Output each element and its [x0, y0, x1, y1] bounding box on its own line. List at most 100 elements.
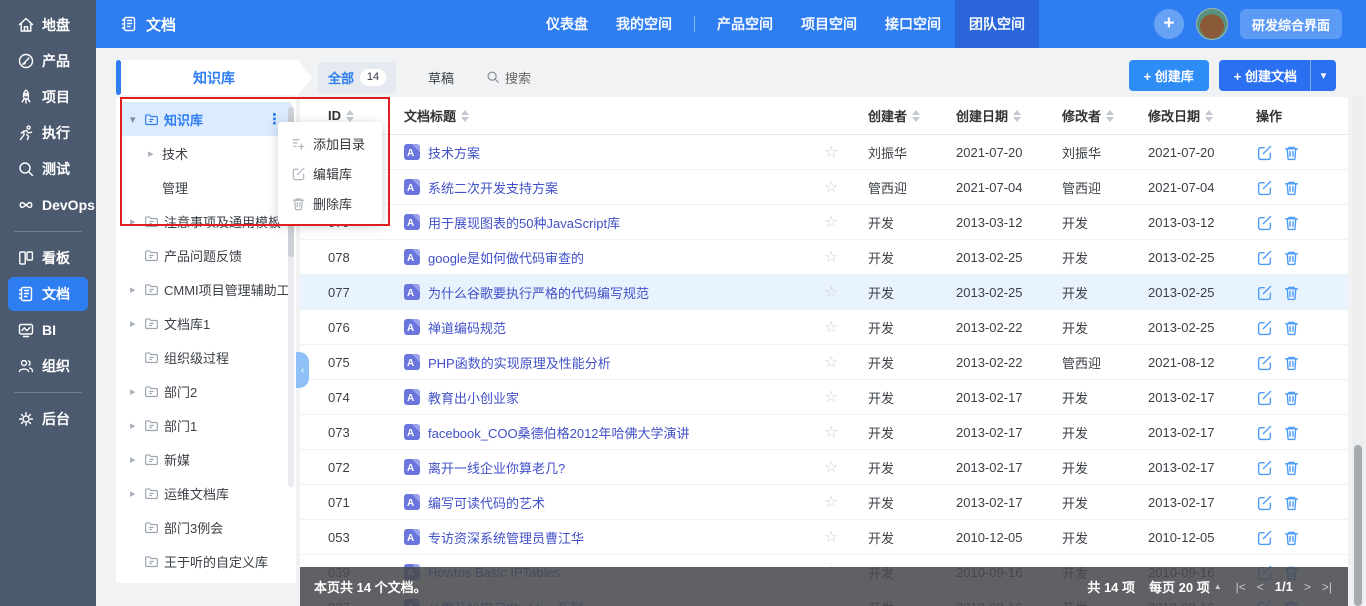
tree-caret-icon[interactable]: ▸ [148, 147, 162, 160]
per-page-selector[interactable]: 每页 20 项 [1149, 577, 1222, 596]
star-icon[interactable] [824, 422, 868, 442]
doc-title-link[interactable]: 离开一线企业你算老几? [428, 458, 565, 477]
sidebar-item[interactable]: DevOps [8, 188, 88, 222]
context-menu-item[interactable]: 删除库 [278, 188, 382, 218]
chevron-down-icon[interactable] [1310, 60, 1336, 91]
filter-tab[interactable]: 全部 14 [318, 62, 396, 93]
edit-icon[interactable] [1256, 354, 1273, 371]
create-doc-button[interactable]: + 创建文档 [1219, 60, 1336, 91]
prev-page-button[interactable]: < [1257, 580, 1264, 594]
doc-table-row[interactable]: 075 A PHP函数的实现原理及性能分析 开发 2013-02-22 管西迎 … [300, 345, 1348, 380]
edit-icon[interactable] [1256, 424, 1273, 441]
sort-icon[interactable] [912, 110, 920, 122]
star-icon[interactable] [824, 282, 868, 302]
page-scrollbar-thumb[interactable] [1354, 445, 1362, 606]
tree-caret-icon[interactable]: ▾ [130, 113, 144, 126]
doc-title-link[interactable]: 教育出小创业家 [428, 388, 519, 407]
top-nav-item[interactable]: 项目空间 [787, 0, 871, 48]
doc-table-row[interactable]: 053 A 专访资深系统管理员曹江华 开发 2010-12-05 开发 2010… [300, 520, 1348, 555]
doc-table-row[interactable]: 073 A facebook_COO桑德伯格2012年哈佛大学演讲 开发 201… [300, 415, 1348, 450]
table-header-cell[interactable]: 修改日期 [1148, 106, 1256, 125]
context-menu-item[interactable]: 编辑库 [278, 158, 382, 188]
create-library-button[interactable]: + 创建库 [1129, 60, 1209, 91]
trash-icon[interactable] [1283, 424, 1300, 441]
doc-table-row[interactable]: 071 A 编写可读代码的艺术 开发 2013-02-17 开发 2013-02… [300, 485, 1348, 520]
star-icon[interactable] [824, 212, 868, 232]
filter-tab[interactable]: 草稿 [418, 62, 464, 93]
table-header-cell[interactable]: 创建日期 [956, 106, 1062, 125]
tree-item[interactable]: ▸ 技术 [120, 136, 292, 170]
sidebar-item[interactable]: BI [8, 313, 88, 347]
doc-title-cell[interactable]: A facebook_COO桑德伯格2012年哈佛大学演讲 [404, 423, 824, 442]
doc-title-cell[interactable]: A 禅道编码规范 [404, 318, 824, 337]
tree-item[interactable]: ▾ 知识库 [120, 102, 292, 136]
doc-title-cell[interactable]: A google是如何做代码审查的 [404, 248, 824, 267]
table-header-cell[interactable]: 创建者 [868, 106, 956, 125]
sidebar-item[interactable]: 项目 [8, 80, 88, 114]
page-scrollbar[interactable] [1352, 97, 1364, 606]
table-header-cell[interactable]: 操作 [1256, 106, 1348, 125]
star-icon[interactable] [824, 352, 868, 372]
doc-title-link[interactable]: 技术方案 [428, 143, 480, 162]
doc-table-row[interactable]: A 系统二次开发支持方案 管西迎 2021-07-04 管西迎 2021-07-… [300, 170, 1348, 205]
sidebar-item[interactable]: 执行 [8, 116, 88, 150]
star-icon[interactable] [824, 247, 868, 267]
doc-table-row[interactable]: A 技术方案 刘振华 2021-07-20 刘振华 2021-07-20 [300, 135, 1348, 170]
context-menu-item[interactable]: 添加目录 [278, 128, 382, 158]
doc-title-link[interactable]: PHP函数的实现原理及性能分析 [428, 353, 611, 372]
sidebar-item[interactable]: 测试 [8, 152, 88, 186]
doc-title-link[interactable]: 用于展现图表的50种JavaScript库 [428, 213, 620, 232]
tree-item[interactable]: 部门3例会 [120, 510, 292, 544]
doc-title-cell[interactable]: A 专访资深系统管理员曹江华 [404, 528, 824, 547]
top-nav-item[interactable]: 我的空间 [602, 0, 686, 48]
top-nav-item[interactable]: 团队空间 [955, 0, 1039, 48]
doc-table-row[interactable]: 079 A 用于展现图表的50种JavaScript库 开发 2013-03-1… [300, 205, 1348, 240]
trash-icon[interactable] [1283, 284, 1300, 301]
trash-icon[interactable] [1283, 249, 1300, 266]
trash-icon[interactable] [1283, 529, 1300, 546]
tree-item[interactable]: 产品问题反馈 [120, 238, 292, 272]
doc-table-row[interactable]: 076 A 禅道编码规范 开发 2013-02-22 开发 2013-02-25 [300, 310, 1348, 345]
tree-item[interactable]: ▸ 新媒 [120, 442, 292, 476]
star-icon[interactable] [824, 177, 868, 197]
table-header-cell[interactable]: ID [328, 108, 404, 123]
doc-title-link[interactable]: facebook_COO桑德伯格2012年哈佛大学演讲 [428, 423, 690, 442]
next-page-button[interactable]: > [1304, 580, 1311, 594]
star-icon[interactable] [824, 492, 868, 512]
tree-item[interactable]: ▸ 部门2 [120, 374, 292, 408]
trash-icon[interactable] [1283, 494, 1300, 511]
edit-icon[interactable] [1256, 144, 1273, 161]
edit-icon[interactable] [1256, 529, 1273, 546]
edit-icon[interactable] [1256, 179, 1273, 196]
tree-caret-icon[interactable]: ▸ [130, 283, 144, 296]
doc-title-link[interactable]: 禅道编码规范 [428, 318, 506, 337]
edit-icon[interactable] [1256, 389, 1273, 406]
star-icon[interactable] [824, 387, 868, 407]
tree-item[interactable]: ▸ 文档库1 [120, 306, 292, 340]
sidebar-item[interactable]: 组织 [8, 349, 88, 383]
edit-icon[interactable] [1256, 284, 1273, 301]
sort-icon[interactable] [1013, 110, 1021, 122]
doc-title-cell[interactable]: A PHP函数的实现原理及性能分析 [404, 353, 824, 372]
first-page-button[interactable]: |< [1236, 580, 1246, 594]
sort-icon[interactable] [1205, 110, 1213, 122]
doc-title-cell[interactable]: A 用于展现图表的50种JavaScript库 [404, 213, 824, 232]
tree-item[interactable]: 组织级过程 [120, 340, 292, 374]
trash-icon[interactable] [1283, 389, 1300, 406]
tree-caret-icon[interactable]: ▸ [130, 385, 144, 398]
edit-icon[interactable] [1256, 249, 1273, 266]
sort-icon[interactable] [1106, 110, 1114, 122]
tree-caret-icon[interactable]: ▸ [130, 487, 144, 500]
doc-title-cell[interactable]: A 教育出小创业家 [404, 388, 824, 407]
sidebar-item[interactable]: 后台 [8, 402, 88, 436]
table-header-cell[interactable]: 修改者 [1062, 106, 1148, 125]
trash-icon[interactable] [1283, 319, 1300, 336]
edit-icon[interactable] [1256, 319, 1273, 336]
doc-title-link[interactable]: google是如何做代码审查的 [428, 248, 584, 267]
doc-title-link[interactable]: 专访资深系统管理员曹江华 [428, 528, 584, 547]
doc-title-cell[interactable]: A 编写可读代码的艺术 [404, 493, 824, 512]
doc-title-link[interactable]: 为什么谷歌要执行严格的代码编写规范 [428, 283, 649, 302]
tree-caret-icon[interactable]: ▸ [130, 419, 144, 432]
tree-item[interactable]: 王于听的自定义库 [120, 544, 292, 578]
table-header-cell[interactable]: 文档标题 [404, 106, 824, 125]
